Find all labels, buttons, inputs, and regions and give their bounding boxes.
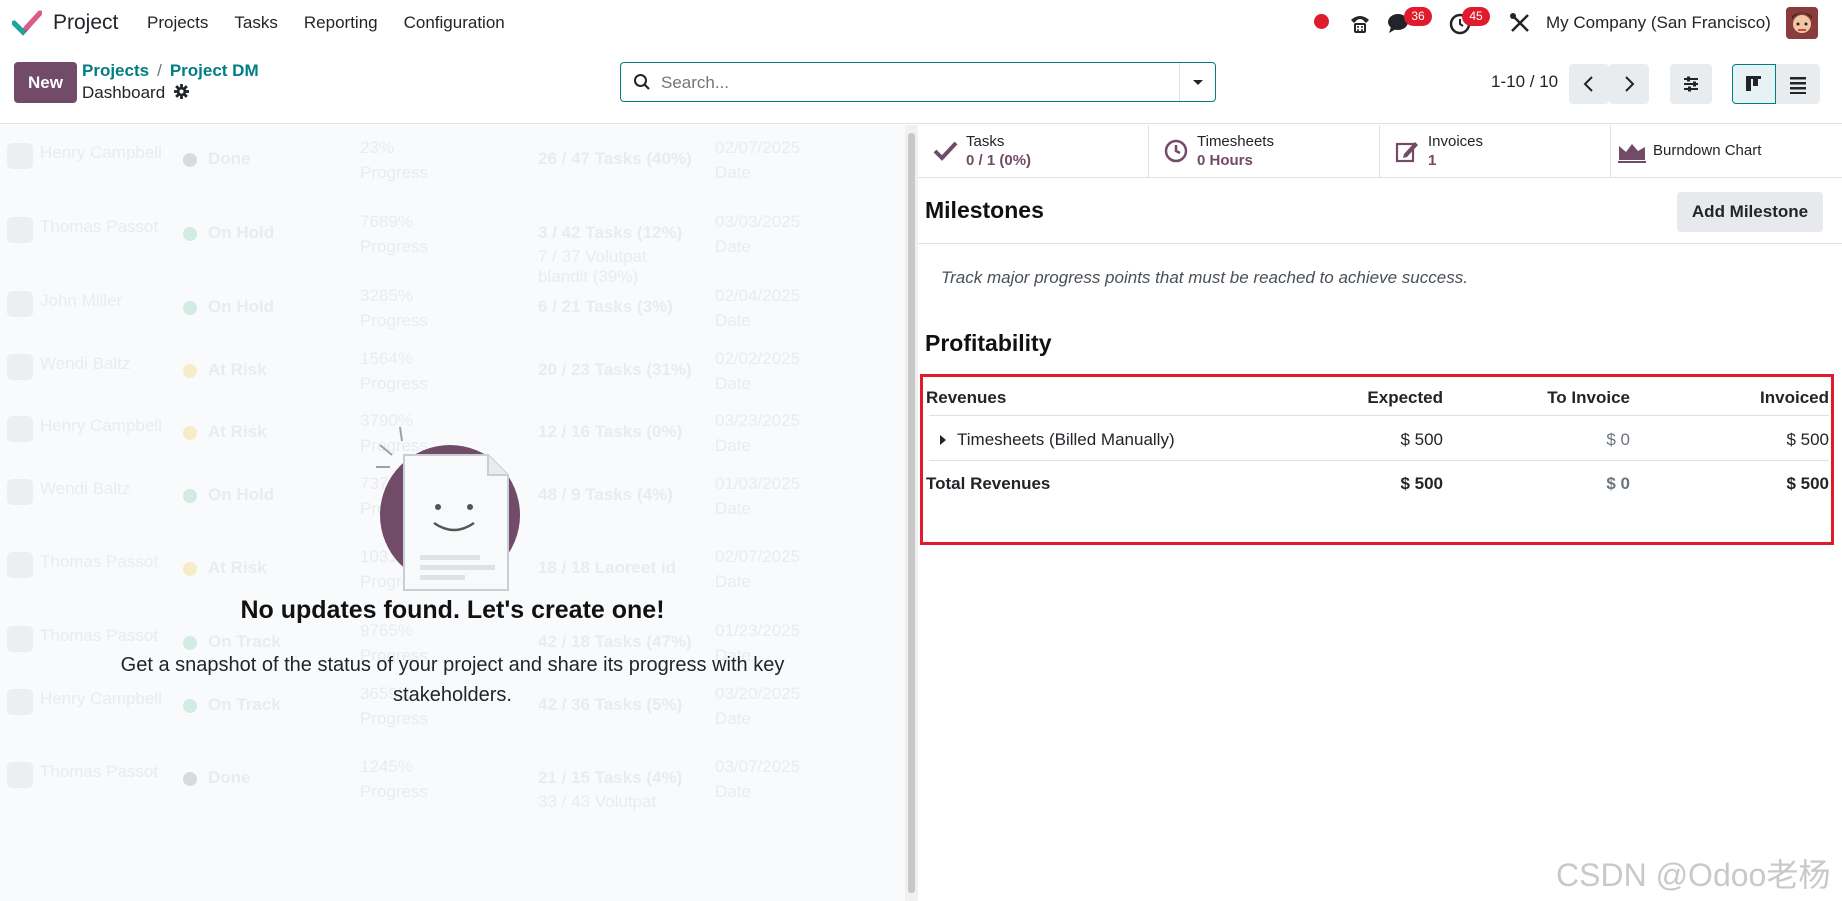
search-input[interactable] xyxy=(661,71,1161,95)
control-panel: New Projects / Project DM Dashboard 1-10 /… xyxy=(0,46,1842,124)
tasks-stat-value: 0 / 1 (0%) xyxy=(966,152,1032,169)
row-divider xyxy=(929,415,1829,416)
caret-right-icon[interactable] xyxy=(938,434,948,446)
scrollbar-thumb[interactable] xyxy=(908,133,915,893)
pager-next-button[interactable] xyxy=(1609,64,1649,104)
pager-value[interactable]: 1-10 / 10 xyxy=(1491,72,1558,92)
page-title: Dashboard xyxy=(82,83,189,103)
chevron-left-icon xyxy=(1583,76,1593,92)
profitability-highlight-box: Revenues Expected To Invoice Invoiced Ti… xyxy=(920,374,1834,545)
list-icon xyxy=(1790,77,1806,94)
clock-icon xyxy=(1164,139,1188,163)
invoices-stat-value: 1 xyxy=(1428,152,1437,169)
top-navbar: Project Projects Tasks Reporting Configu… xyxy=(0,0,1842,46)
activities-badge: 45 xyxy=(1462,7,1490,26)
breadcrumb-separator: / xyxy=(157,61,162,80)
new-button[interactable]: New xyxy=(14,62,77,103)
add-milestone-button[interactable]: Add Milestone xyxy=(1677,192,1823,232)
checkmark-icon xyxy=(933,141,958,161)
row-divider xyxy=(929,460,1829,461)
line-expected: $ 500 xyxy=(1400,430,1443,449)
search-icon xyxy=(634,74,650,90)
header-revenues: Revenues xyxy=(926,388,1007,407)
area-chart-icon xyxy=(1618,144,1646,163)
invoices-stat-button[interactable]: Invoices 1 xyxy=(1380,125,1611,178)
kanban-icon xyxy=(1746,76,1761,91)
phone-icon[interactable] xyxy=(1347,10,1373,36)
menu-configuration[interactable]: Configuration xyxy=(404,13,505,33)
header-to-invoice: To Invoice xyxy=(1547,388,1630,407)
project-right-side-panel: Tasks 0 / 1 (0%) Timesheets 0 Hours Invo… xyxy=(918,125,1842,901)
milestones-divider xyxy=(918,243,1842,244)
sliders-icon xyxy=(1684,76,1698,92)
watermark: CSDN @Odoo老杨 xyxy=(1556,857,1831,893)
total-to-invoice: $ 0 xyxy=(1606,474,1630,493)
messages-badge: 36 xyxy=(1404,7,1432,26)
timesheets-stat-value: 0 Hours xyxy=(1197,152,1253,169)
profitability-title: Profitability xyxy=(925,330,1052,356)
app-name[interactable]: Project xyxy=(53,11,118,35)
burndown-chart-label: Burndown Chart xyxy=(1653,142,1762,159)
app-logo-icon[interactable] xyxy=(12,10,42,36)
empty-state-title: No updates found. Let's create one! xyxy=(240,596,665,624)
menu-reporting[interactable]: Reporting xyxy=(304,13,378,33)
line-to-invoice: $ 0 xyxy=(1606,430,1630,449)
project-updates-panel: Henry Campbell Done 23% Progress 26 / 47 Tas… xyxy=(0,125,905,901)
total-label: Total Revenues xyxy=(926,474,1051,493)
empty-state-text: Get a snapshot of the status of your pro… xyxy=(120,654,785,706)
recording-dot-icon[interactable] xyxy=(1314,14,1329,29)
settings-sliders-button[interactable] xyxy=(1670,64,1712,104)
timesheets-stat-button[interactable]: Timesheets 0 Hours xyxy=(1149,125,1380,178)
company-switcher[interactable]: My Company (San Francisco) xyxy=(1546,13,1771,33)
gear-icon[interactable] xyxy=(173,84,189,99)
kanban-view-button[interactable] xyxy=(1732,64,1776,104)
page-title-label: Dashboard xyxy=(82,83,166,102)
line-invoiced: $ 500 xyxy=(1786,430,1829,449)
header-expected: Expected xyxy=(1367,388,1443,407)
edit-document-icon xyxy=(1395,142,1418,163)
breadcrumb-projects[interactable]: Projects xyxy=(82,61,149,80)
total-invoiced: $ 500 xyxy=(1786,474,1829,493)
chevron-right-icon xyxy=(1625,76,1635,92)
line-label[interactable]: Timesheets (Billed Manually) xyxy=(957,430,1175,450)
search-bar xyxy=(620,62,1216,102)
tasks-stat-label: Tasks xyxy=(966,133,1005,150)
user-avatar[interactable] xyxy=(1786,7,1818,39)
burndown-chart-stat-button[interactable]: Burndown Chart xyxy=(1611,125,1842,178)
empty-document-illustration-icon xyxy=(376,426,520,591)
breadcrumb: Projects / Project DM xyxy=(82,61,259,81)
menu-tasks[interactable]: Tasks xyxy=(234,13,277,33)
milestones-title: Milestones xyxy=(925,197,1044,223)
list-view-button[interactable] xyxy=(1776,64,1820,104)
header-invoiced: Invoiced xyxy=(1760,388,1829,407)
main-menu: Projects Tasks Reporting Configuration xyxy=(147,13,531,33)
invoices-stat-label: Invoices xyxy=(1428,133,1484,150)
milestones-hint: Track major progress points that must be… xyxy=(941,268,1468,287)
timesheets-stat-label: Timesheets xyxy=(1197,133,1274,150)
empty-state-helper: No updates found. Let's create one! Get … xyxy=(0,125,905,901)
caret-down-icon xyxy=(1193,80,1203,85)
pager-previous-button[interactable] xyxy=(1569,64,1609,104)
tasks-stat-button[interactable]: Tasks 0 / 1 (0%) xyxy=(918,125,1149,178)
stat-buttons: Tasks 0 / 1 (0%) Timesheets 0 Hours Invo… xyxy=(918,125,1842,178)
search-options-toggle[interactable] xyxy=(1179,63,1215,101)
breadcrumb-project-dm[interactable]: Project DM xyxy=(170,61,259,80)
total-expected: $ 500 xyxy=(1400,474,1443,493)
panel-scrollbar[interactable] xyxy=(905,125,918,901)
debug-tools-icon[interactable] xyxy=(1507,10,1533,36)
menu-projects[interactable]: Projects xyxy=(147,13,208,33)
